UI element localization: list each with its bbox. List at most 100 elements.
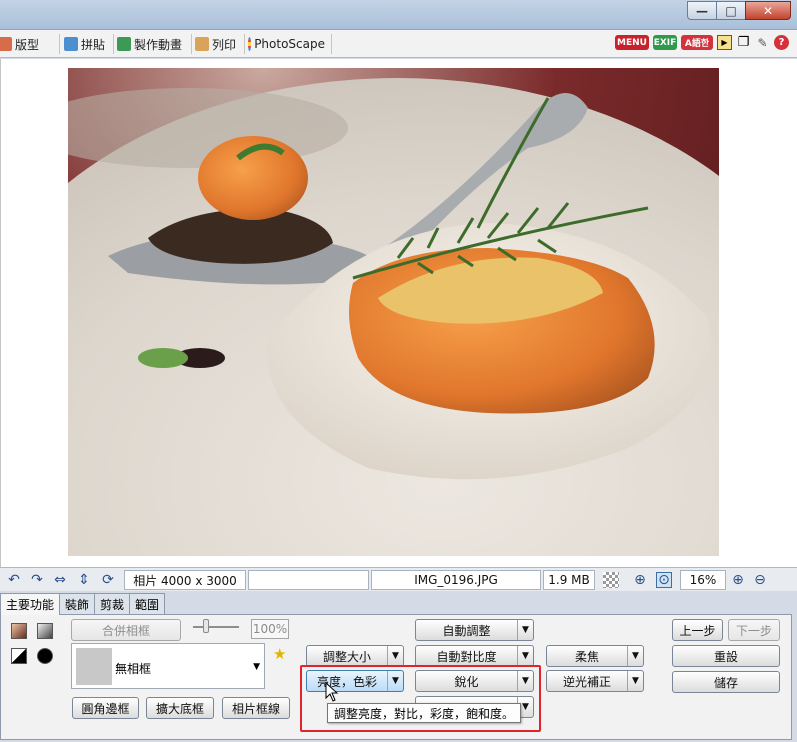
backlight-label: 逆光補正 xyxy=(562,674,611,689)
copy-icon[interactable]: ❐ xyxy=(736,35,751,50)
frame-name: 無相框 xyxy=(115,662,152,676)
auto-adjust-button[interactable]: 自動調整 ▼ xyxy=(415,619,534,641)
filesize-display: 1.9 MB xyxy=(543,570,595,590)
chevron-down-icon[interactable]: ▼ xyxy=(517,620,533,640)
minimize-icon: — xyxy=(696,3,708,18)
maximize-button[interactable]: □ xyxy=(716,1,746,20)
slideshow-icon[interactable]: ▶ xyxy=(717,35,732,50)
help-icon[interactable]: ? xyxy=(774,35,789,50)
zoom-fit-icon[interactable]: ⊙ xyxy=(656,572,672,588)
language-button[interactable]: A語한 xyxy=(681,35,713,50)
tab-print[interactable]: 列印 xyxy=(195,34,245,54)
flip-vertical-icon[interactable]: ⇕ xyxy=(76,572,92,588)
frame-line-label: 相片框線 xyxy=(231,701,280,716)
tooltip: 調整亮度，對比，彩度，飽和度。 xyxy=(327,703,521,723)
redo-button[interactable]: 下一步 xyxy=(728,619,780,641)
menu-button[interactable]: MENU xyxy=(615,35,649,50)
tab-decorate-label: 裝飾 xyxy=(65,597,90,612)
chevron-down-icon[interactable]: ▼ xyxy=(627,671,643,691)
reset-button[interactable]: 重設 xyxy=(672,645,780,667)
flip-horizontal-icon[interactable]: ⇔ xyxy=(52,572,68,588)
filename-display: IMG_0196.JPG xyxy=(371,570,541,590)
frame-thumbnail xyxy=(76,648,112,685)
tooltip-text: 調整亮度，對比，彩度，飽和度。 xyxy=(333,706,514,721)
reset-label: 重設 xyxy=(713,649,738,664)
photo-image xyxy=(68,68,719,556)
auto-adjust-label: 自動調整 xyxy=(442,623,491,638)
zoom-original-icon[interactable]: ⊕ xyxy=(632,572,648,588)
opacity-value: 100% xyxy=(251,619,289,639)
image-viewer[interactable] xyxy=(0,59,797,567)
tab-range-label: 範圍 xyxy=(135,597,160,612)
opacity-slider-track[interactable] xyxy=(193,626,239,628)
maximize-icon: □ xyxy=(725,3,737,18)
frame-color-dark-icon[interactable] xyxy=(37,648,53,664)
tab-main-label: 主要功能 xyxy=(6,598,55,612)
zoom-display: 16% xyxy=(680,570,726,590)
soften-button[interactable]: 柔焦 ▼ xyxy=(546,645,644,667)
tab-range[interactable]: 範圍 xyxy=(129,593,166,614)
template-icon xyxy=(0,37,12,51)
tab-photoscape[interactable]: PhotoScape xyxy=(248,34,332,54)
chevron-down-icon: ▼ xyxy=(253,662,260,672)
frame-line-button[interactable]: 相片框線 xyxy=(222,697,290,719)
backlight-button[interactable]: 逆光補正 ▼ xyxy=(546,670,644,692)
soften-label: 柔焦 xyxy=(574,649,599,664)
merge-frame-label: 合併相框 xyxy=(101,623,150,638)
save-button[interactable]: 儲存 xyxy=(672,671,780,693)
tab-crop-label: 剪裁 xyxy=(100,597,125,612)
close-button[interactable]: ✕ xyxy=(745,1,791,20)
tab-main[interactable]: 主要功能 xyxy=(0,593,61,615)
undo-button[interactable]: 上一步 xyxy=(672,619,723,641)
frame-color-sepia-icon[interactable] xyxy=(11,623,27,639)
save-label: 儲存 xyxy=(713,675,738,690)
resize-label: 調整大小 xyxy=(322,649,371,664)
photo-size-text: 相片 4000 x 3000 xyxy=(133,573,237,588)
zoom-text: 16% xyxy=(689,573,717,587)
filesize-text: 1.9 MB xyxy=(548,573,590,587)
language-badge-label: A語한 xyxy=(684,39,710,49)
frame-color-gray-icon[interactable] xyxy=(37,623,53,639)
collage-icon xyxy=(64,37,78,51)
rotate-left-icon[interactable]: ↶ xyxy=(6,572,22,588)
chevron-down-icon[interactable]: ▼ xyxy=(517,646,533,666)
status-toolbar: ↶ ↷ ⇔ ⇕ ⟳ 相片 4000 x 3000 IMG_0196.JPG 1.… xyxy=(0,567,797,591)
rotate-arbitrary-icon[interactable]: ⟳ xyxy=(100,572,116,588)
tab-photoscape-label: PhotoScape xyxy=(254,37,325,51)
zoom-out-icon[interactable]: ⊖ xyxy=(752,572,768,588)
exif-button[interactable]: EXIF xyxy=(653,35,677,50)
undo-label: 上一步 xyxy=(679,623,716,638)
menu-badge-label: MENU xyxy=(617,37,647,48)
frame-select[interactable]: 無相框 ▼ xyxy=(71,643,265,689)
tab-collage-label: 拼貼 xyxy=(81,37,106,52)
mouse-cursor-icon xyxy=(325,682,339,702)
zoom-in-icon[interactable]: ⊕ xyxy=(730,572,746,588)
star-icon[interactable]: ★ xyxy=(273,645,286,663)
opacity-slider-thumb[interactable] xyxy=(203,619,209,633)
transparency-grid-icon[interactable] xyxy=(603,572,619,588)
resize-button[interactable]: 調整大小 ▼ xyxy=(306,645,404,667)
rotate-right-icon[interactable]: ↷ xyxy=(29,572,45,588)
minimize-button[interactable]: — xyxy=(687,1,717,20)
tab-gif[interactable]: 製作動畫 xyxy=(117,34,192,54)
auto-contrast-button[interactable]: 自動對比度 ▼ xyxy=(415,645,534,667)
edit-tabs: 主要功能 裝飾 剪裁 範圍 xyxy=(0,593,166,615)
round-corner-button[interactable]: 圓角邊框 xyxy=(72,697,139,719)
chevron-down-icon[interactable]: ▼ xyxy=(387,646,403,666)
tab-gif-label: 製作動畫 xyxy=(134,37,183,52)
close-icon: ✕ xyxy=(762,3,774,18)
tab-template[interactable]: 版型 xyxy=(0,34,60,54)
tab-collage[interactable]: 拼貼 xyxy=(64,34,114,54)
tools-icon[interactable]: ✎ xyxy=(755,35,770,50)
tab-decorate[interactable]: 裝飾 xyxy=(59,593,96,614)
merge-frame-button[interactable]: 合併相框 xyxy=(71,619,181,641)
redo-label: 下一步 xyxy=(735,623,772,638)
tab-crop[interactable]: 剪裁 xyxy=(94,593,131,614)
exif-badge-label: EXIF xyxy=(653,37,677,48)
frame-color-bw-icon[interactable] xyxy=(11,648,27,664)
round-corner-label: 圓角邊框 xyxy=(81,701,130,716)
chevron-down-icon[interactable]: ▼ xyxy=(627,646,643,666)
empty-status-box xyxy=(248,570,369,590)
expand-canvas-button[interactable]: 擴大底框 xyxy=(146,697,214,719)
opacity-text: 100% xyxy=(252,622,288,636)
